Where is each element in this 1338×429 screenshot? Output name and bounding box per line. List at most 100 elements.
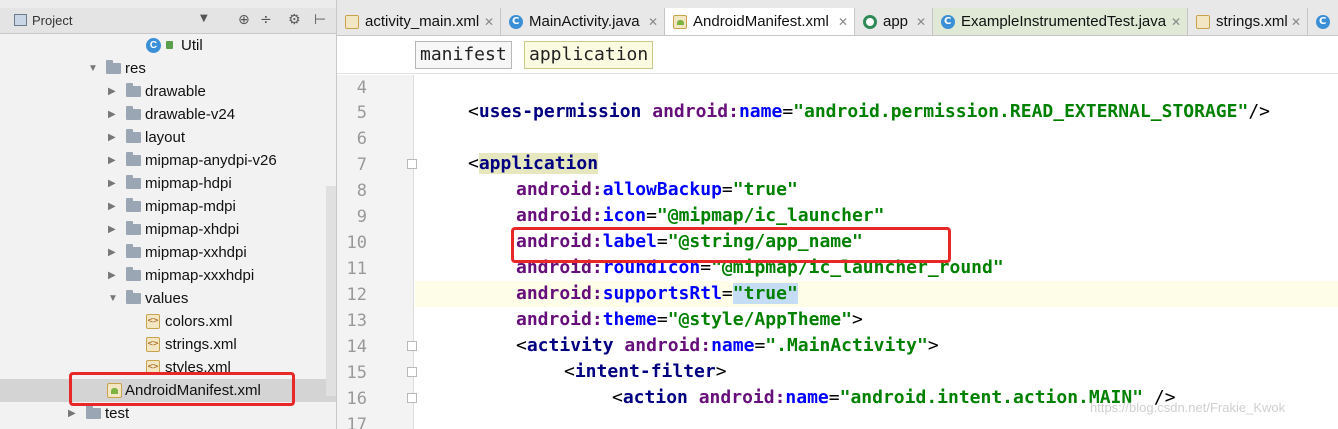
code-line-8: android:allowBackup="true"	[516, 177, 798, 203]
collapsed-arrow-icon[interactable]: ▶	[108, 103, 116, 126]
tab-label: AndroidManifest.xml	[693, 13, 829, 30]
fold-toggle-icon[interactable]	[407, 341, 417, 351]
code-token: allowBackup	[602, 179, 722, 200]
tree-item-values[interactable]: ▼ values	[0, 287, 336, 310]
code-line-12: android:supportsRtl="true"	[516, 281, 798, 307]
close-icon[interactable]: ✕	[1171, 8, 1181, 35]
tree-item-colors-xml[interactable]: <> colors.xml	[0, 310, 336, 333]
tree-item-util[interactable]: C Util	[0, 34, 336, 57]
code-line-7: <application	[468, 151, 599, 177]
line-number: 12	[346, 285, 367, 305]
code-token: android:	[516, 205, 603, 226]
class-icon	[1316, 8, 1330, 35]
tab-mainactivity-java[interactable]: MainActivity.java ✕	[501, 8, 665, 35]
code-token: "true"	[732, 179, 798, 200]
hide-panel-icon[interactable]: ⊢	[314, 12, 326, 28]
folder-icon	[126, 290, 141, 304]
line-number: 13	[346, 311, 367, 331]
code-token: "@mipmap/ic_launcher"	[656, 205, 885, 226]
fold-toggle-icon[interactable]	[407, 393, 417, 403]
code-token: >	[927, 335, 939, 356]
xml-file-icon	[1196, 15, 1210, 29]
tree-item-drawable-v24[interactable]: ▶ drawable-v24	[0, 103, 336, 126]
project-panel-header: Project ▼ ⊕ ÷ ⚙ ⊢	[0, 8, 336, 34]
scroll-from-source-icon[interactable]: ⊕	[238, 12, 250, 28]
line-number: 6	[356, 129, 367, 149]
project-view-title[interactable]: Project	[32, 13, 72, 28]
class-icon	[941, 8, 955, 35]
close-icon[interactable]: ✕	[916, 8, 926, 35]
line-number: 9	[356, 207, 367, 227]
breadcrumb-manifest[interactable]: manifest	[415, 41, 512, 69]
manifest-icon	[673, 15, 687, 29]
code-token: =	[782, 101, 794, 122]
tree-item-label: drawable	[145, 83, 206, 100]
tree-item-label: mipmap-hdpi	[145, 175, 232, 192]
collapsed-arrow-icon[interactable]: ▶	[108, 172, 116, 195]
tree-item-mipmap-xxxhdpi[interactable]: ▶ mipmap-xxxhdpi	[0, 264, 336, 287]
project-panel-scrollbar[interactable]	[326, 186, 336, 396]
code-token: <	[468, 101, 479, 122]
code-token: android:	[698, 387, 786, 408]
close-icon[interactable]: ✕	[648, 8, 658, 35]
tab-example-instrumented-test[interactable]: ExampleInstrumentedTest.java ✕	[933, 8, 1188, 35]
tab-activity-main-xml[interactable]: activity_main.xml ✕	[337, 8, 501, 35]
lock-icon	[166, 41, 173, 49]
close-icon[interactable]: ✕	[1291, 8, 1301, 35]
expanded-arrow-icon[interactable]: ▼	[108, 287, 118, 310]
app-module-icon	[863, 15, 877, 29]
code-token: name	[738, 101, 783, 122]
folder-icon	[126, 221, 141, 235]
collapse-all-icon[interactable]: ÷	[260, 12, 272, 28]
collapsed-arrow-icon[interactable]: ▶	[108, 241, 116, 264]
tree-item-res[interactable]: ▼ res	[0, 57, 336, 80]
gear-icon[interactable]: ⚙	[288, 12, 301, 28]
expanded-arrow-icon[interactable]: ▼	[88, 57, 98, 80]
tab-android-manifest[interactable]: AndroidManifest.xml ✕	[665, 8, 855, 35]
collapsed-arrow-icon[interactable]: ▶	[108, 126, 116, 149]
code-line-14: <activity android:name=".MainActivity">	[516, 333, 939, 359]
code-token: "true"	[732, 283, 798, 304]
code-token: activity	[526, 335, 614, 356]
tree-item-layout[interactable]: ▶ layout	[0, 126, 336, 149]
collapsed-arrow-icon[interactable]: ▶	[108, 149, 116, 172]
code-token: >	[715, 361, 727, 382]
collapsed-arrow-icon[interactable]: ▶	[108, 264, 116, 287]
tree-item-strings-xml[interactable]: <> strings.xml	[0, 333, 336, 356]
folder-icon	[86, 405, 101, 419]
code-token: intent-filter	[574, 361, 716, 382]
tab-overflow-partial[interactable]	[1308, 8, 1338, 35]
code-token: =	[656, 309, 668, 330]
tree-item-mipmap-hdpi[interactable]: ▶ mipmap-hdpi	[0, 172, 336, 195]
code-token: =	[646, 205, 657, 226]
project-view-dropdown-icon[interactable]: ▼	[200, 13, 208, 24]
tab-strings-xml[interactable]: strings.xml ✕	[1188, 8, 1308, 35]
tree-item-drawable[interactable]: ▶ drawable	[0, 80, 336, 103]
collapsed-arrow-icon[interactable]: ▶	[108, 195, 116, 218]
collapsed-arrow-icon[interactable]: ▶	[108, 80, 116, 103]
tree-item-mipmap-anydpi-v26[interactable]: ▶ mipmap-anydpi-v26	[0, 149, 336, 172]
close-icon[interactable]: ✕	[484, 8, 494, 35]
tree-item-label: drawable-v24	[145, 106, 236, 123]
tab-app[interactable]: app ✕	[855, 8, 933, 35]
code-line-5: <uses-permission android:name="android.p…	[468, 99, 1270, 125]
line-number: 5	[356, 103, 367, 123]
code-token: >	[851, 309, 863, 330]
folder-icon	[126, 152, 141, 166]
project-view-icon	[14, 14, 27, 26]
tree-item-label: mipmap-mdpi	[145, 198, 236, 215]
code-token: android:	[624, 335, 712, 356]
xml-file-icon	[345, 15, 359, 29]
code-editor[interactable]: 4 5 6 7 8 9 10 11 12 13 14 15 16 17 <use…	[337, 75, 1338, 429]
watermark: https://blog.csdn.net/Frakie_Kwok	[1090, 400, 1286, 415]
fold-toggle-icon[interactable]	[407, 159, 417, 169]
collapsed-arrow-icon[interactable]: ▶	[108, 218, 116, 241]
code-line-15: <intent-filter>	[564, 359, 727, 385]
tree-item-mipmap-mdpi[interactable]: ▶ mipmap-mdpi	[0, 195, 336, 218]
tree-item-mipmap-xhdpi[interactable]: ▶ mipmap-xhdpi	[0, 218, 336, 241]
close-icon[interactable]: ✕	[838, 8, 848, 35]
line-number: 11	[346, 259, 367, 279]
breadcrumb-application[interactable]: application	[524, 41, 654, 69]
tree-item-mipmap-xxhdpi[interactable]: ▶ mipmap-xxhdpi	[0, 241, 336, 264]
fold-toggle-icon[interactable]	[407, 367, 417, 377]
